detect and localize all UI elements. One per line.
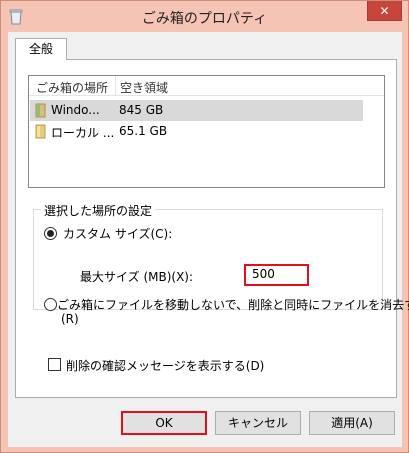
confirm-delete-checkbox[interactable]	[48, 358, 61, 371]
column-header-free-space[interactable]: 空き領域	[120, 79, 168, 96]
window-title: ごみ箱のプロパティ	[141, 11, 268, 27]
drive-icon	[35, 124, 46, 139]
delete-immediately-label-suffix[interactable]: (R)	[61, 312, 79, 326]
delete-immediately-radio[interactable]	[44, 298, 57, 311]
location-name: ローカル ...	[51, 126, 115, 140]
list-item[interactable]: ローカル ... 65.1 GB	[30, 121, 363, 142]
max-size-input[interactable]: 500	[244, 264, 309, 286]
confirm-delete-label[interactable]: 削除の確認メッセージを表示する(D)	[66, 357, 264, 374]
max-size-label: 最大サイズ (MB)(X):	[80, 270, 194, 284]
apply-button[interactable]: 適用(A)	[309, 411, 395, 435]
drive-icon	[35, 103, 46, 118]
free-space-value: 845 GB	[119, 103, 164, 117]
column-header-location[interactable]: ごみ箱の場所	[36, 79, 108, 96]
list-item[interactable]: Windo... 845 GB	[30, 100, 363, 121]
recycle-bin-location-list[interactable]: ごみ箱の場所 空き領域 Windo... 845 GB ローカル ... 65.…	[28, 75, 385, 188]
tab-general[interactable]: 全般	[15, 38, 67, 60]
column-divider	[115, 76, 116, 96]
dialog-body: 全般 ごみ箱の場所 空き領域 Windo... 845 GB ローカル ... …	[8, 32, 409, 447]
delete-immediately-label[interactable]: ごみ箱にファイルを移動しないで、削除と同時にファイルを消去する	[57, 296, 409, 313]
group-label: 選択した場所の設定	[41, 202, 156, 219]
cancel-button[interactable]: キャンセル	[215, 411, 301, 435]
close-button[interactable]: ✕	[367, 1, 402, 21]
title-bar[interactable]: ごみ箱のプロパティ ✕	[1, 1, 408, 32]
list-header: ごみ箱の場所 空き領域	[29, 76, 384, 96]
recycle-bin-properties-window: ごみ箱のプロパティ ✕ 全般 ごみ箱の場所 空き領域 Windo... 845 …	[0, 0, 409, 453]
ok-button[interactable]: OK	[121, 411, 207, 435]
custom-size-label[interactable]: カスタム サイズ(C):	[63, 225, 172, 242]
custom-size-radio[interactable]	[44, 227, 57, 240]
free-space-value: 65.1 GB	[119, 124, 168, 138]
location-name: Windo...	[51, 103, 100, 117]
